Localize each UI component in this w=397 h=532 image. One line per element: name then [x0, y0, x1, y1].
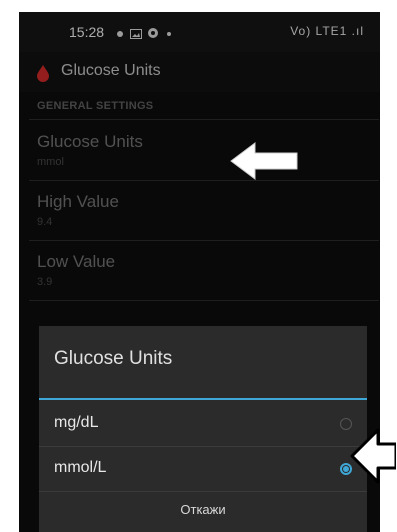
dialog-title: Glucose Units [54, 348, 173, 369]
units-dialog: Glucose Units mg/dL mmol/L Откажи [39, 326, 367, 532]
cancel-button[interactable]: Откажи [39, 494, 367, 526]
option-mg-dl[interactable]: mg/dL [39, 402, 367, 446]
option-label: mg/dL [54, 414, 99, 431]
white-arrow-left-icon [350, 428, 397, 489]
option-mmol-l[interactable]: mmol/L [39, 447, 367, 491]
phone-screen: 15:28 Vo) LTE1 .ıl Glucose Units GENERAL… [19, 12, 380, 532]
white-arrow-left-icon [229, 139, 299, 188]
dialog-title-rule [39, 398, 367, 400]
option-divider [39, 491, 367, 492]
option-label: mmol/L [54, 459, 107, 476]
